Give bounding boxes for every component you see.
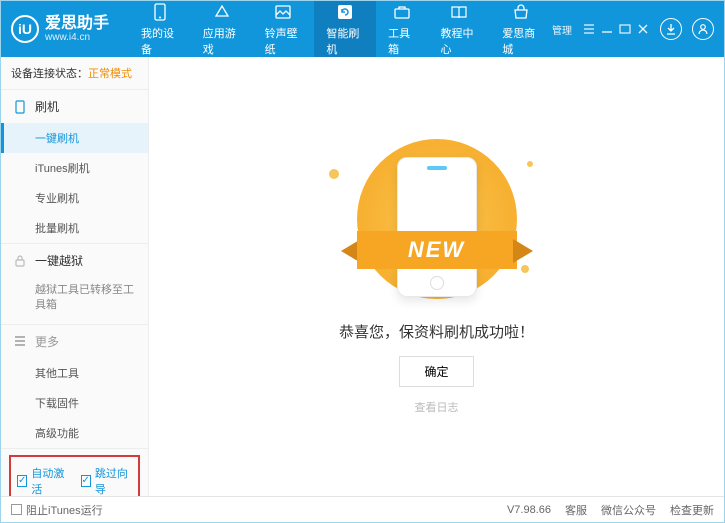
logo-icon: iU (11, 15, 39, 43)
nav-ringtones[interactable]: 铃声壁纸 (253, 1, 315, 57)
close-icon[interactable] (636, 22, 650, 36)
app-url: www.i4.cn (45, 32, 109, 43)
menu-icon[interactable] (582, 22, 596, 36)
check-update-link[interactable]: 检查更新 (670, 502, 714, 518)
download-button[interactable] (660, 18, 682, 40)
sidebar-item-download-firmware[interactable]: 下载固件 (1, 388, 148, 418)
lock-icon (13, 254, 27, 268)
connection-status: 设备连接状态：正常模式 (1, 57, 148, 90)
image-icon (273, 2, 293, 22)
sidebar-item-other-tools[interactable]: 其他工具 (1, 358, 148, 388)
sidebar-item-advanced[interactable]: 高级功能 (1, 418, 148, 448)
menu-icon (13, 334, 27, 348)
nav-my-device[interactable]: 我的设备 (129, 1, 191, 57)
nav-apps[interactable]: 应用游戏 (191, 1, 253, 57)
sidebar-flash-header[interactable]: 刷机 (1, 90, 148, 123)
sidebar-more-header[interactable]: 更多 (1, 325, 148, 358)
minimize-icon[interactable] (600, 22, 614, 36)
title-bar: iU 爱思助手 www.i4.cn 我的设备 应用游戏 铃声壁纸 智能刷机 工具… (1, 1, 724, 57)
checkbox-auto-activate[interactable]: ✓自动激活 (17, 465, 69, 496)
checkbox-block-itunes[interactable]: 阻止iTunes运行 (11, 502, 103, 518)
sidebar-item-itunes-flash[interactable]: iTunes刷机 (1, 153, 148, 183)
wechat-link[interactable]: 微信公众号 (601, 502, 656, 518)
logo: iU 爱思助手 www.i4.cn (11, 15, 109, 44)
manage-label[interactable]: 管理 (552, 22, 572, 37)
window-controls: 管理 (552, 18, 714, 40)
phone-icon (150, 2, 170, 22)
refresh-icon (335, 2, 355, 22)
main-content: NEW 恭喜您，保资料刷机成功啦！ 确定 查看日志 (149, 57, 724, 496)
app-title: 爱思助手 (45, 15, 109, 33)
ok-button[interactable]: 确定 (399, 356, 473, 387)
toolbox-icon (392, 2, 412, 22)
book-icon (449, 2, 469, 22)
checkbox-skip-guide[interactable]: ✓跳过向导 (81, 465, 133, 496)
sidebar-item-pro-flash[interactable]: 专业刷机 (1, 183, 148, 213)
view-log-link[interactable]: 查看日志 (415, 399, 459, 415)
success-message: 恭喜您，保资料刷机成功啦！ (339, 321, 534, 342)
version-label: V7.98.66 (507, 504, 551, 516)
nav-tutorials[interactable]: 教程中心 (428, 1, 490, 57)
nav-toolbox[interactable]: 工具箱 (376, 1, 428, 57)
store-icon (511, 2, 531, 22)
status-bar: 阻止iTunes运行 V7.98.66 客服 微信公众号 检查更新 (1, 496, 724, 522)
sidebar-item-onekey-flash[interactable]: 一键刷机 (1, 123, 148, 153)
sidebar-item-batch-flash[interactable]: 批量刷机 (1, 213, 148, 243)
nav-store[interactable]: 爱思商城 (490, 1, 552, 57)
phone-icon (13, 100, 27, 114)
new-ribbon: NEW (333, 231, 541, 271)
success-illustration: NEW (327, 139, 547, 309)
nav-flash[interactable]: 智能刷机 (314, 1, 376, 57)
apps-icon (212, 2, 232, 22)
user-button[interactable] (692, 18, 714, 40)
options-highlighted: ✓自动激活 ✓跳过向导 (9, 455, 140, 496)
sidebar: 设备连接状态：正常模式 刷机 一键刷机 iTunes刷机 专业刷机 批量刷机 一… (1, 57, 149, 496)
connection-value: 正常模式 (88, 68, 132, 80)
sidebar-jailbreak-header[interactable]: 一键越狱 (1, 244, 148, 277)
support-link[interactable]: 客服 (565, 502, 587, 518)
jailbreak-note: 越狱工具已转移至工具箱 (1, 277, 148, 324)
main-nav: 我的设备 应用游戏 铃声壁纸 智能刷机 工具箱 教程中心 爱思商城 (129, 1, 552, 57)
maximize-icon[interactable] (618, 22, 632, 36)
